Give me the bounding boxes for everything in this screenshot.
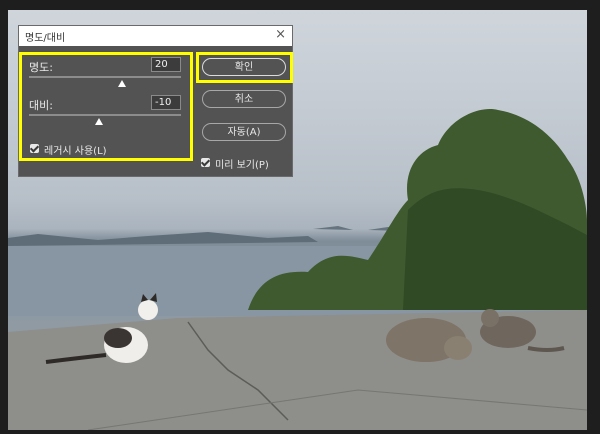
- cat-tabby-head: [444, 336, 472, 360]
- island-ridge: [8, 232, 318, 246]
- preview-checkbox[interactable]: [201, 158, 210, 167]
- contrast-label: 대비:: [29, 99, 53, 112]
- cancel-button[interactable]: 취소: [202, 90, 286, 108]
- contrast-slider-thumb[interactable]: [95, 118, 103, 125]
- contrast-input[interactable]: -10: [151, 95, 181, 110]
- brightness-slider-thumb[interactable]: [118, 80, 126, 87]
- brightness-input[interactable]: 20: [151, 57, 181, 72]
- island-small: [313, 226, 353, 230]
- cat-calico-head: [138, 300, 158, 320]
- brightness-label: 명도:: [29, 61, 53, 74]
- cat-tabby2-tail: [527, 346, 565, 352]
- close-icon[interactable]: ×: [275, 27, 286, 42]
- legacy-label[interactable]: 레거시 사용(L): [44, 142, 107, 157]
- dialog-titlebar[interactable]: 명도/대비 ×: [19, 26, 292, 46]
- legacy-checkbox[interactable]: [30, 144, 39, 153]
- brightness-slider-track[interactable]: [29, 76, 181, 78]
- contrast-slider-track[interactable]: [29, 114, 181, 116]
- auto-button[interactable]: 자동(A): [202, 123, 286, 141]
- cat-calico-patch: [104, 328, 132, 348]
- cat-tabby2-head: [481, 309, 499, 327]
- ok-button[interactable]: 확인: [202, 58, 286, 76]
- preview-label[interactable]: 미리 보기(P): [215, 156, 269, 171]
- dialog-title: 명도/대비: [25, 33, 66, 44]
- brightness-contrast-dialog: 명도/대비 × 명도: 20 대비: -10 레거시 사용(L) 확인 취소 자…: [18, 25, 293, 177]
